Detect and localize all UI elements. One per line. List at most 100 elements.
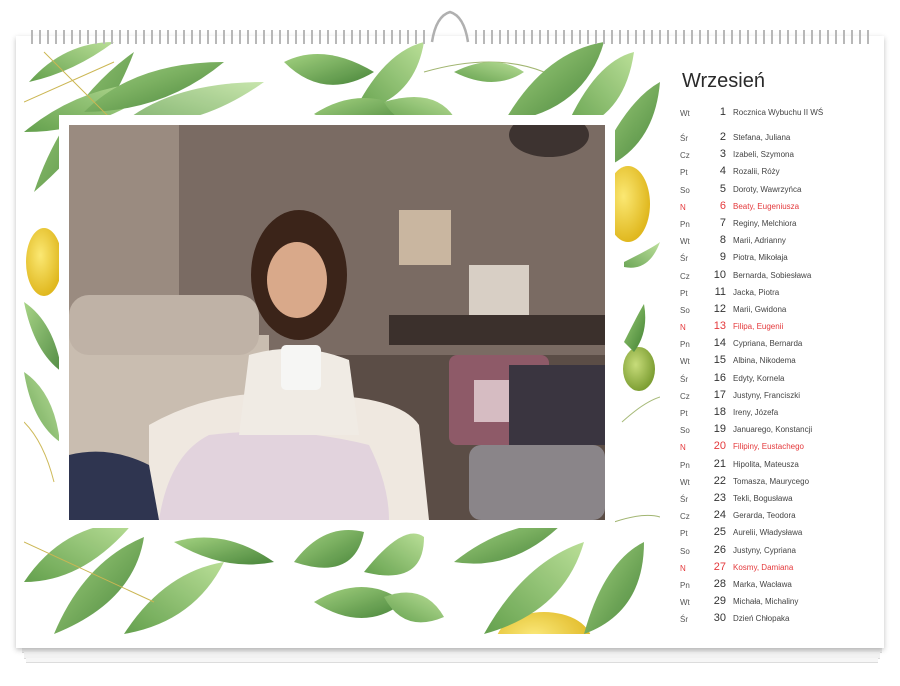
day-of-week: Pt	[680, 409, 688, 418]
day-row: Śr 23 Tekli, Bogusława	[680, 492, 880, 509]
day-of-week: Wt	[680, 357, 690, 367]
name-day: Ireny, Józefa	[733, 408, 779, 417]
day-of-week: N	[680, 443, 686, 453]
day-row: Pt 18 Ireny, Józefa	[680, 406, 880, 423]
olive-right	[623, 347, 655, 391]
day-row: Wt 29 Michała, Michaliny	[680, 595, 880, 612]
day-row: N 6 Beaty, Eugeniusza	[680, 200, 880, 217]
day-list: Wt 1 Rocznica Wybuchu II WŚ Śr 2 Stefana, Jul…	[680, 106, 880, 629]
name-day: Hipolita, Mateusza	[733, 459, 799, 469]
day-number: 6	[719, 199, 726, 212]
name-day: Cypriana, Bernarda	[733, 339, 803, 349]
day-of-week: Wt	[680, 109, 690, 118]
name-day: Stefana, Juliana	[733, 133, 791, 142]
day-of-week: So	[680, 546, 690, 556]
day-of-week: Pn	[680, 340, 690, 350]
name-day: Justyny, Franciszki	[733, 390, 800, 400]
name-day: Rocznica Wybuchu II WŚ	[733, 108, 824, 117]
name-day: Edyty, Kornela	[733, 373, 785, 383]
month-title: Wrzesień	[682, 70, 765, 92]
day-number: 18	[713, 406, 726, 418]
day-of-week: Śr	[680, 134, 688, 143]
leaf-cluster-bottom-left	[24, 522, 274, 634]
name-day: Gerarda, Teodora	[733, 511, 796, 521]
day-number: 13	[713, 320, 726, 333]
day-row: Pn 21 Hipolita, Mateusza	[680, 458, 880, 475]
day-of-week: So	[680, 426, 690, 436]
name-day: Kosmy, Damiana	[733, 562, 794, 572]
leaf-cluster-bottom-right	[454, 514, 660, 634]
day-number: 30	[713, 612, 726, 625]
day-of-week: So	[680, 185, 690, 195]
day-row: Śr 16 Edyty, Kornela	[680, 372, 880, 389]
name-day: Doroty, Wawrzyńca	[733, 184, 802, 194]
day-row: Wt 1 Rocznica Wybuchu II WŚ	[680, 106, 880, 131]
day-of-week: Pn	[680, 219, 690, 229]
day-number: 4	[719, 165, 726, 178]
day-row: Cz 10 Bernarda, Sobiesława	[680, 269, 880, 286]
day-row: Pt 11 Jacka, Piotra	[680, 286, 880, 303]
day-of-week: Pn	[680, 460, 690, 470]
day-row: Wt 8 Marii, Adrianny	[680, 234, 880, 251]
name-day: Beaty, Eugeniusza	[733, 201, 800, 211]
day-row: Śr 2 Stefana, Juliana	[680, 131, 880, 148]
day-row: Wt 15 Albina, Nikodema	[680, 354, 880, 371]
day-number: 28	[713, 577, 726, 590]
day-row: N 20 Filipiny, Eustachego	[680, 440, 880, 457]
day-number: 20	[713, 440, 726, 453]
day-number: 19	[713, 423, 726, 436]
day-number: 16	[713, 371, 726, 384]
day-row: Cz 24 Gerarda, Teodora	[680, 509, 880, 526]
day-number: 11	[714, 285, 726, 298]
name-day: Jacka, Piotra	[733, 287, 780, 297]
name-day: Aurelii, Władysława	[733, 528, 803, 538]
name-day: Bernarda, Sobiesława	[733, 270, 812, 280]
day-of-week: Śr	[680, 494, 688, 504]
day-number: 25	[713, 526, 726, 539]
name-day: Albina, Nikodema	[733, 356, 796, 366]
name-day: Filipa, Eugenii	[733, 322, 784, 332]
day-row: N 13 Filipa, Eugenii	[680, 320, 880, 337]
name-day: Piotra, Mikołaja	[733, 253, 788, 263]
lemon-left	[26, 228, 62, 296]
day-number: 24	[713, 509, 726, 522]
day-of-week: Śr	[680, 374, 688, 384]
name-day: Marka, Wacława	[733, 579, 792, 589]
day-number: 2	[719, 131, 726, 143]
day-row: Cz 17 Justyny, Franciszki	[680, 389, 880, 406]
day-row: Wt 22 Tomasza, Maurycego	[680, 475, 880, 492]
day-of-week: Pt	[680, 168, 688, 178]
calendar-grid: Wrzesień Wt 1 Rocznica Wybuchu II WŚ Śr 2 Ste…	[680, 70, 880, 629]
name-day: Michała, Michaliny	[733, 597, 799, 607]
day-of-week: N	[680, 563, 686, 573]
day-row: So 5 Doroty, Wawrzyńca	[680, 183, 880, 200]
day-row: Cz 3 Izabeli, Szymona	[680, 148, 880, 165]
name-day: Filipiny, Eustachego	[733, 442, 804, 452]
name-day: Izabeli, Szymona	[733, 150, 794, 160]
day-number: 1	[719, 106, 726, 118]
day-of-week: Cz	[680, 271, 690, 281]
name-day: Justyny, Cypriana	[733, 545, 796, 555]
name-day: Rozalii, Róży	[733, 167, 780, 177]
day-of-week: Cz	[680, 151, 690, 161]
day-of-week: Śr	[680, 615, 688, 625]
name-day: Januarego, Konstancji	[733, 425, 813, 435]
day-of-week: Pn	[680, 580, 690, 590]
day-row: N 27 Kosmy, Damiana	[680, 561, 880, 578]
day-of-week: N	[680, 323, 686, 333]
day-row: So 19 Januarego, Konstancji	[680, 423, 880, 440]
day-number: 21	[713, 457, 726, 470]
name-day: Tekli, Bogusława	[733, 493, 793, 503]
day-number: 7	[719, 216, 726, 229]
name-day: Dzień Chłopaka	[733, 614, 790, 624]
day-of-week: Wt	[680, 598, 690, 608]
day-row: So 26 Justyny, Cypriana	[680, 544, 880, 561]
day-row: Pt 4 Rozalii, Róży	[680, 165, 880, 182]
day-number: 10	[713, 268, 726, 281]
day-of-week: Śr	[680, 254, 688, 264]
day-row: Pn 7 Reginy, Melchiora	[680, 217, 880, 234]
photo	[69, 125, 605, 520]
day-row: Pt 25 Aurelii, Władysława	[680, 526, 880, 543]
name-day: Marii, Adrianny	[733, 236, 786, 246]
day-of-week: N	[680, 202, 686, 212]
